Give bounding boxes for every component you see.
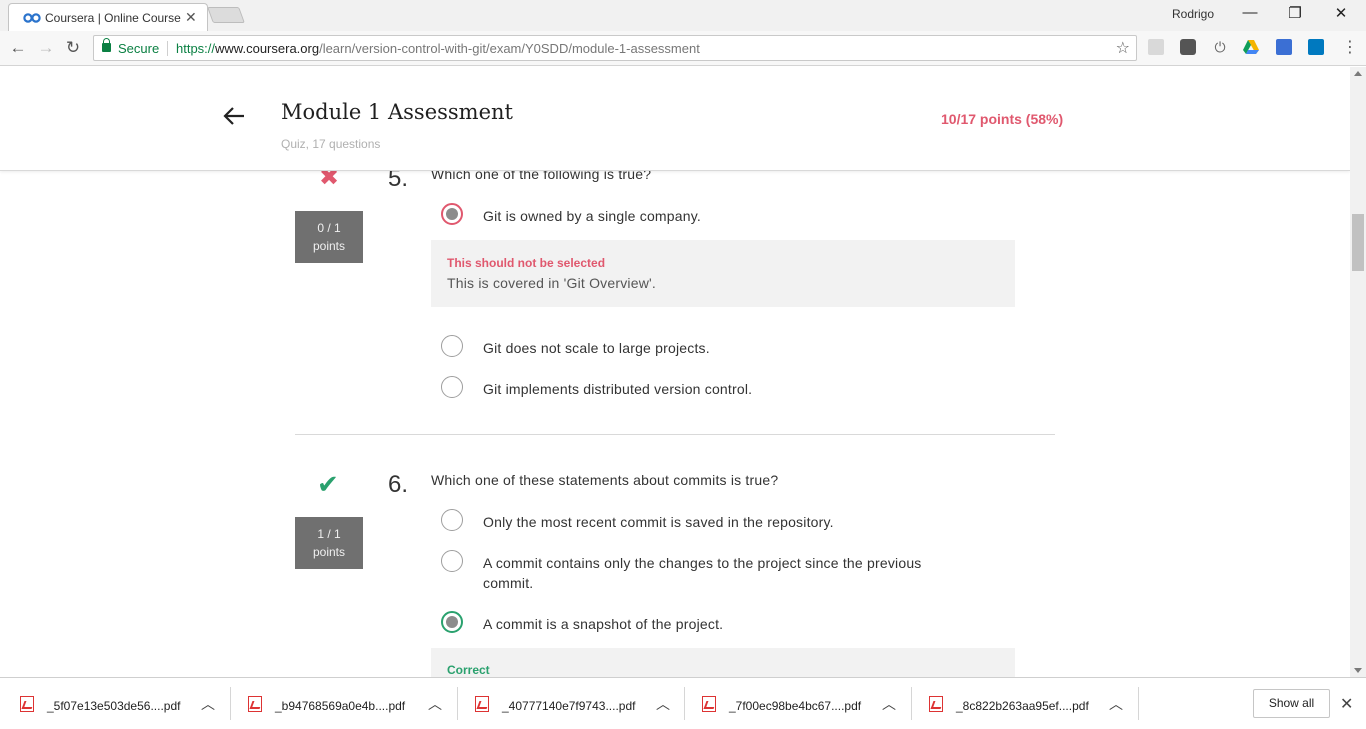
address-bar[interactable]: Secure https://www.coursera.org/learn/ve… bbox=[93, 35, 1137, 61]
correct-check-icon: ✔ bbox=[317, 469, 339, 499]
option-label: A commit contains only the changes to th… bbox=[483, 555, 922, 591]
url-text[interactable]: https://www.coursera.org/learn/version-c… bbox=[176, 41, 700, 56]
question-text: Which one of these statements about comm… bbox=[431, 472, 779, 488]
pdf-file-icon bbox=[475, 696, 489, 712]
page-scrollbar[interactable] bbox=[1350, 67, 1366, 677]
power-icon[interactable]: ⏻ bbox=[1212, 39, 1228, 55]
option-label: Only the most recent commit is saved in … bbox=[483, 514, 834, 530]
pdf-file-icon bbox=[929, 696, 943, 712]
download-filename: _8c822b263aa95ef....pdf bbox=[956, 699, 1089, 713]
drive-icon[interactable] bbox=[1243, 39, 1259, 55]
chevron-up-icon[interactable]: ︿ bbox=[1109, 694, 1123, 714]
download-separator bbox=[457, 687, 458, 720]
radio-button-selected[interactable] bbox=[441, 611, 463, 633]
option-label: A commit is a snapshot of the project. bbox=[483, 616, 724, 632]
bookmark-star-icon[interactable]: ☆ bbox=[1116, 38, 1130, 58]
tab-title: Coursera | Online Course bbox=[45, 11, 181, 25]
radio-button-selected[interactable] bbox=[441, 203, 463, 225]
pdf-file-icon bbox=[702, 696, 716, 712]
back-arrow-icon[interactable] bbox=[222, 103, 248, 129]
pdf-icon[interactable] bbox=[1148, 39, 1164, 55]
restore-button[interactable]: ❐ bbox=[1283, 4, 1307, 24]
points-box-q6: 1 / 1 points bbox=[295, 517, 363, 569]
secure-label: Secure bbox=[118, 41, 160, 56]
radio-button[interactable] bbox=[441, 509, 463, 531]
quiz-subtitle: Quiz, 17 questions bbox=[281, 137, 381, 151]
keep-icon[interactable] bbox=[1180, 39, 1196, 55]
close-icon[interactable]: ✕ bbox=[1340, 694, 1353, 714]
download-separator bbox=[684, 687, 685, 720]
forward-arrow-icon[interactable]: → bbox=[36, 38, 56, 58]
radio-button[interactable] bbox=[441, 550, 463, 572]
lock-icon bbox=[102, 38, 111, 52]
option-label: Git does not scale to large projects. bbox=[483, 340, 710, 356]
download-filename: _40777140e7f9743....pdf bbox=[502, 699, 636, 713]
minimize-button[interactable]: — bbox=[1238, 4, 1262, 24]
scroll-down-arrow-icon[interactable] bbox=[1354, 668, 1362, 673]
option-label: Git implements distributed version contr… bbox=[483, 381, 753, 397]
page-content: ✖ 0 / 1 points 5. Which one of the follo… bbox=[0, 67, 1350, 677]
feedback-incorrect: This should not be selected This is cove… bbox=[431, 240, 1015, 307]
tab-close-icon[interactable]: ✕ bbox=[185, 9, 197, 26]
radio-button[interactable] bbox=[441, 335, 463, 357]
download-filename: _b94768569a0e4b....pdf bbox=[275, 699, 406, 713]
pdf-file-icon bbox=[20, 696, 34, 712]
menu-icon[interactable]: ⋮ bbox=[1340, 38, 1360, 58]
browser-tab[interactable]: Coursera | Online Course ✕ bbox=[8, 3, 208, 31]
url-separator bbox=[167, 41, 168, 56]
chevron-up-icon[interactable]: ︿ bbox=[882, 694, 896, 714]
quiz-header: Module 1 Assessment Quiz, 17 questions 1… bbox=[0, 67, 1350, 171]
reload-icon[interactable]: ↻ bbox=[63, 38, 83, 58]
radio-button[interactable] bbox=[441, 376, 463, 398]
feedback-text: This is covered in 'Git Overview'. bbox=[447, 275, 656, 291]
points-box-q5: 0 / 1 points bbox=[295, 211, 363, 263]
feedback-title: Correct bbox=[447, 663, 490, 677]
new-tab-button[interactable] bbox=[207, 7, 245, 23]
download-separator bbox=[1138, 687, 1139, 720]
window-close-button[interactable]: ✕ bbox=[1329, 4, 1353, 24]
score-summary: 10/17 points (58%) bbox=[941, 111, 1064, 127]
chevron-up-icon[interactable]: ︿ bbox=[656, 694, 670, 714]
question-divider bbox=[295, 434, 1055, 435]
question-number: 6. bbox=[388, 471, 409, 498]
trello-icon[interactable] bbox=[1308, 39, 1324, 55]
browser-toolbar: ← → ↻ Secure https://www.coursera.org/le… bbox=[0, 31, 1366, 66]
download-separator bbox=[911, 687, 912, 720]
show-all-button[interactable]: Show all bbox=[1253, 689, 1330, 718]
scrollbar-thumb[interactable] bbox=[1352, 214, 1364, 271]
option-label: Git is owned by a single company. bbox=[483, 208, 702, 224]
profile-name[interactable]: Rodrigo bbox=[1172, 7, 1214, 21]
feedback-correct: Correct bbox=[431, 648, 1015, 677]
download-separator bbox=[230, 687, 231, 720]
pdf-file-icon bbox=[248, 696, 262, 712]
browser-tab-bar: Coursera | Online Course ✕ Rodrigo — ❐ ✕ bbox=[0, 0, 1366, 31]
feedback-title: This should not be selected bbox=[447, 256, 606, 270]
download-filename: _5f07e13e503de56....pdf bbox=[47, 699, 181, 713]
download-bar: _5f07e13e503de56....pdf ︿ _b94768569a0e4… bbox=[0, 677, 1366, 728]
page-title: Module 1 Assessment bbox=[281, 100, 513, 124]
back-arrow-icon[interactable]: ← bbox=[8, 38, 28, 58]
scroll-up-arrow-icon[interactable] bbox=[1354, 71, 1362, 76]
cast-icon[interactable] bbox=[1276, 39, 1292, 55]
download-filename: _7f00ec98be4bc67....pdf bbox=[729, 699, 862, 713]
chevron-up-icon[interactable]: ︿ bbox=[428, 694, 442, 714]
coursera-logo-icon bbox=[23, 13, 41, 23]
chevron-up-icon[interactable]: ︿ bbox=[201, 694, 215, 714]
